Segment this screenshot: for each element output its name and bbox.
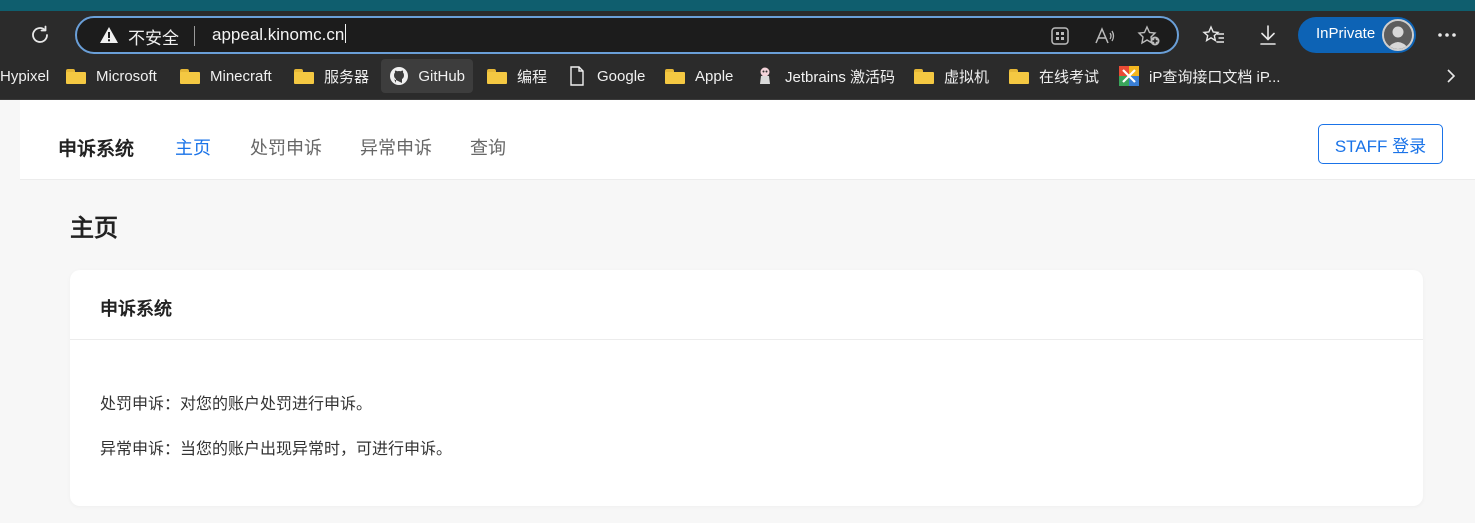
- folder-icon: [65, 67, 87, 85]
- card-text-line: 异常申诉：当您的账户出现异常时，可进行申诉。: [100, 439, 453, 458]
- warning-icon[interactable]: [99, 26, 119, 44]
- bookmark-folder[interactable]: Minecraft: [179, 59, 272, 93]
- bookmark-label: 服务器: [324, 68, 370, 86]
- info-card: 申诉系统 处罚申诉：对您的账户处罚进行申诉。 异常申诉：当您的账户出现异常时，可…: [70, 270, 1423, 506]
- card-title: 申诉系统: [100, 299, 172, 320]
- app-available-button[interactable]: [1048, 24, 1072, 48]
- text-cursor: [345, 24, 347, 43]
- folder-icon: [486, 67, 508, 85]
- bookmark-label: Apple: [695, 67, 734, 85]
- bookmark-item[interactable]: Google: [566, 59, 645, 93]
- nav-anomaly-appeal[interactable]: 异常申诉: [360, 134, 432, 160]
- bookmark-folder[interactable]: 编程: [486, 59, 547, 93]
- bookmark-item[interactable]: Jetbrains 激活码: [754, 59, 895, 93]
- folder-icon: [1008, 67, 1030, 85]
- jetbrains-icon: [754, 67, 776, 85]
- nav-punishment-appeal[interactable]: 处罚申诉: [250, 134, 322, 160]
- bookmark-item[interactable]: GitHub: [381, 59, 473, 93]
- download-icon: [1260, 25, 1276, 45]
- bookmark-label: 虚拟机: [944, 68, 990, 86]
- address-divider: [194, 26, 195, 46]
- site-brand[interactable]: 申诉系统: [58, 134, 134, 161]
- bookmark-label: Minecraft: [210, 67, 272, 85]
- bookmark-folder[interactable]: Microsoft: [65, 59, 157, 93]
- star-add-icon: [1137, 25, 1160, 46]
- reload-button[interactable]: [24, 11, 56, 59]
- apps-icon: [1051, 27, 1069, 45]
- downloads-button[interactable]: [1254, 11, 1282, 59]
- bookmark-label: Google: [597, 67, 646, 85]
- card-text-line: 处罚申诉：对您的账户处罚进行申诉。: [100, 394, 373, 413]
- bookmark-label: 编程: [517, 68, 548, 86]
- bookmark-label: Hypixel: [0, 67, 50, 85]
- bookmark-item[interactable]: iP查询接口文档 iP...: [1118, 59, 1280, 93]
- folder-icon: [179, 67, 201, 85]
- bookmark-item[interactable]: Hypixel: [0, 59, 49, 93]
- url-text[interactable]: appeal.kinomc.cn: [212, 24, 347, 45]
- read-aloud-button[interactable]: [1093, 24, 1117, 48]
- nav-home[interactable]: 主页: [175, 134, 211, 160]
- inprivate-badge[interactable]: InPrivate: [1298, 17, 1416, 53]
- bookmark-folder[interactable]: 虚拟机: [913, 59, 989, 93]
- github-icon: [389, 67, 409, 85]
- profile-avatar[interactable]: [1382, 19, 1414, 51]
- user-icon: [1384, 21, 1412, 49]
- page-icon: [566, 66, 588, 86]
- page-title: 主页: [70, 214, 118, 242]
- nav-query[interactable]: 查询: [470, 134, 506, 160]
- bookmark-folder[interactable]: 服务器: [293, 59, 369, 93]
- folder-icon: [913, 67, 935, 85]
- url-value[interactable]: appeal.kinomc.cn: [212, 25, 344, 44]
- bookmark-label: Jetbrains 激活码: [785, 68, 896, 86]
- address-bar[interactable]: 不安全 appeal.kinomc.cn: [75, 16, 1179, 54]
- bookmarks-overflow-button[interactable]: [1440, 59, 1462, 93]
- bookmark-label: GitHub: [418, 67, 465, 85]
- more-menu-button[interactable]: [1434, 11, 1460, 59]
- folder-icon: [664, 67, 686, 85]
- folder-icon: [293, 67, 315, 85]
- favorites-button[interactable]: [1200, 11, 1228, 59]
- chevron-right-icon: [1447, 69, 1456, 83]
- web-page: 申诉系统 主页 处罚申诉 异常申诉 查询 STAFF 登录 主页 申诉系统 处罚…: [10, 100, 1475, 523]
- ellipsis-icon: [1438, 33, 1456, 37]
- bookmark-label: 在线考试: [1039, 68, 1100, 86]
- favorites-icon: [1202, 25, 1224, 43]
- window-top-strip: [0, 0, 1475, 11]
- add-favorite-button[interactable]: [1137, 24, 1161, 48]
- ip-lookup-icon: [1118, 66, 1140, 86]
- bookmark-folder[interactable]: Apple: [664, 59, 733, 93]
- site-navbar: 申诉系统 主页 处罚申诉 异常申诉 查询 STAFF 登录: [20, 100, 1475, 180]
- reload-icon: [32, 25, 48, 43]
- staff-login-button[interactable]: STAFF 登录: [1318, 124, 1443, 164]
- bookmark-label: iP查询接口文档 iP...: [1149, 68, 1281, 86]
- security-label[interactable]: 不安全: [128, 24, 179, 49]
- inprivate-label: InPrivate: [1316, 25, 1376, 42]
- bookmark-label: Microsoft: [96, 67, 157, 85]
- card-header: 申诉系统: [70, 270, 1423, 340]
- read-aloud-icon: [1095, 27, 1115, 44]
- bookmark-folder[interactable]: 在线考试: [1008, 59, 1099, 93]
